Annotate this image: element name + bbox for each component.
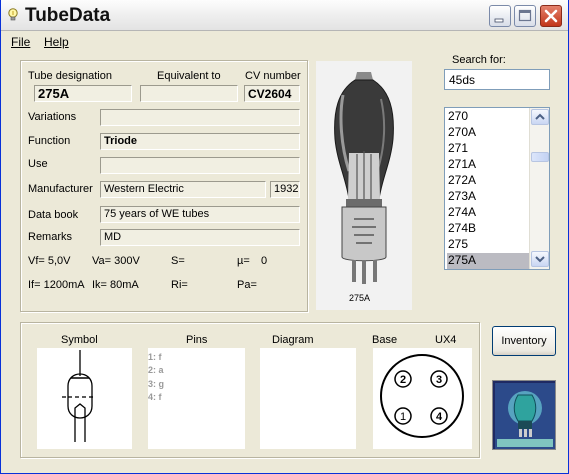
data-book-label: Data book (28, 209, 79, 221)
equivalent-label: Equivalent to (157, 70, 221, 82)
list-item[interactable]: 273A (447, 189, 529, 205)
title-bar[interactable]: TubeData (1, 0, 568, 31)
cv-number-field[interactable]: CV2604 (244, 85, 300, 102)
search-label: Search for: (452, 54, 506, 66)
list-item[interactable]: 275 (447, 237, 529, 253)
symbol-label: Symbol (61, 334, 98, 346)
lightbulb-icon (8, 8, 18, 21)
pins-label: Pins (186, 334, 208, 346)
function-field[interactable]: Triode (100, 133, 300, 150)
list-item[interactable]: 271 (447, 141, 529, 157)
base-pin-label: 3 (436, 374, 442, 386)
base-pin-label: 4 (436, 411, 443, 423)
tube-designation-label: Tube designation (28, 70, 112, 82)
param-if: If= 1200mA (28, 279, 85, 291)
close-button[interactable] (540, 5, 562, 27)
close-icon (544, 9, 558, 23)
symbol-box (37, 348, 132, 449)
app-logo (492, 380, 556, 450)
base-type-label: UX4 (435, 334, 457, 346)
manufacturer-field[interactable]: Western Electric (100, 181, 266, 198)
maximize-button[interactable] (514, 5, 536, 27)
list-item[interactable]: 270A (447, 125, 529, 141)
tube-photo-image (334, 72, 394, 284)
menu-file-label: File (11, 35, 31, 49)
use-label: Use (28, 158, 48, 170)
remarks-label: Remarks (28, 231, 73, 243)
param-mu-value: 0 (261, 255, 268, 267)
param-vf: Vf= 5,0V (28, 255, 71, 267)
diagram-label: Diagram (272, 334, 314, 346)
base-pin-label: 1 (400, 411, 406, 423)
data-book-field[interactable]: 75 years of WE tubes (100, 206, 300, 223)
app-window: TubeData File Help Tube designation Equi… (0, 0, 569, 474)
diagram-box (260, 348, 356, 449)
tube-list[interactable]: 270 270A 271 271A 272A 273A 274A 274B 27… (444, 107, 550, 270)
maximize-icon (518, 9, 532, 22)
list-item[interactable]: 272A (447, 173, 529, 189)
minimize-button[interactable] (489, 5, 511, 27)
menu-help-label: Help (44, 35, 69, 49)
year-field[interactable]: 1932 (270, 181, 300, 198)
tube-photo: 275A (316, 61, 412, 310)
tube-designation-field[interactable]: 275A (34, 85, 132, 102)
param-va: Va= 300V (92, 255, 140, 267)
scroll-thumb[interactable] (531, 152, 549, 162)
menu-help[interactable]: Help (44, 35, 69, 49)
cv-number-label: CV number (245, 70, 301, 82)
scroll-up-button[interactable] (531, 109, 549, 125)
chevron-down-icon (535, 256, 545, 263)
list-item[interactable]: 274B (447, 221, 529, 237)
menu-file[interactable]: File (11, 35, 30, 49)
remarks-field[interactable]: MD (100, 229, 300, 246)
list-item-selected[interactable]: 275A (447, 253, 529, 269)
param-ik: Ik= 80mA (92, 279, 139, 291)
function-label: Function (28, 135, 71, 147)
list-scrollbar[interactable] (529, 108, 549, 269)
variations-field[interactable] (100, 109, 300, 126)
param-s: S= (171, 255, 185, 267)
list-item[interactable]: 271A (447, 157, 529, 173)
list-item[interactable]: 274A (447, 205, 529, 221)
inventory-button[interactable]: Inventory (492, 326, 556, 356)
param-pa: Pa= (237, 279, 257, 291)
window-title: TubeData (25, 5, 111, 26)
search-input[interactable]: 45ds (444, 69, 550, 90)
photo-caption: 275A (349, 293, 371, 303)
equivalent-field[interactable] (140, 85, 238, 102)
chevron-up-icon (535, 113, 545, 120)
triode-symbol (62, 350, 93, 442)
pins-box: 1: f 2: a 3: g 4: f (148, 348, 245, 449)
manufacturer-label: Manufacturer (28, 183, 93, 195)
pin-4: 4: f (148, 392, 162, 402)
use-field[interactable] (100, 157, 300, 174)
pin-3: 3: g (148, 379, 165, 389)
base-label: Base (372, 334, 398, 346)
param-ri: Ri= (171, 279, 188, 291)
param-mu: µ= (237, 255, 250, 267)
variations-label: Variations (28, 111, 77, 123)
base-box: 2 3 1 4 (373, 348, 472, 449)
menu-bar: File Help (1, 32, 568, 52)
minimize-icon (494, 18, 504, 23)
scroll-down-button[interactable] (531, 251, 549, 267)
base-diagram: 2 3 1 4 (380, 354, 464, 438)
list-item[interactable]: 270 (447, 109, 529, 125)
pin-2: 2: a (148, 365, 164, 375)
pin-1: 1: f (148, 352, 162, 362)
base-pin-label: 2 (400, 374, 406, 386)
tube-logo-icon (493, 381, 555, 449)
